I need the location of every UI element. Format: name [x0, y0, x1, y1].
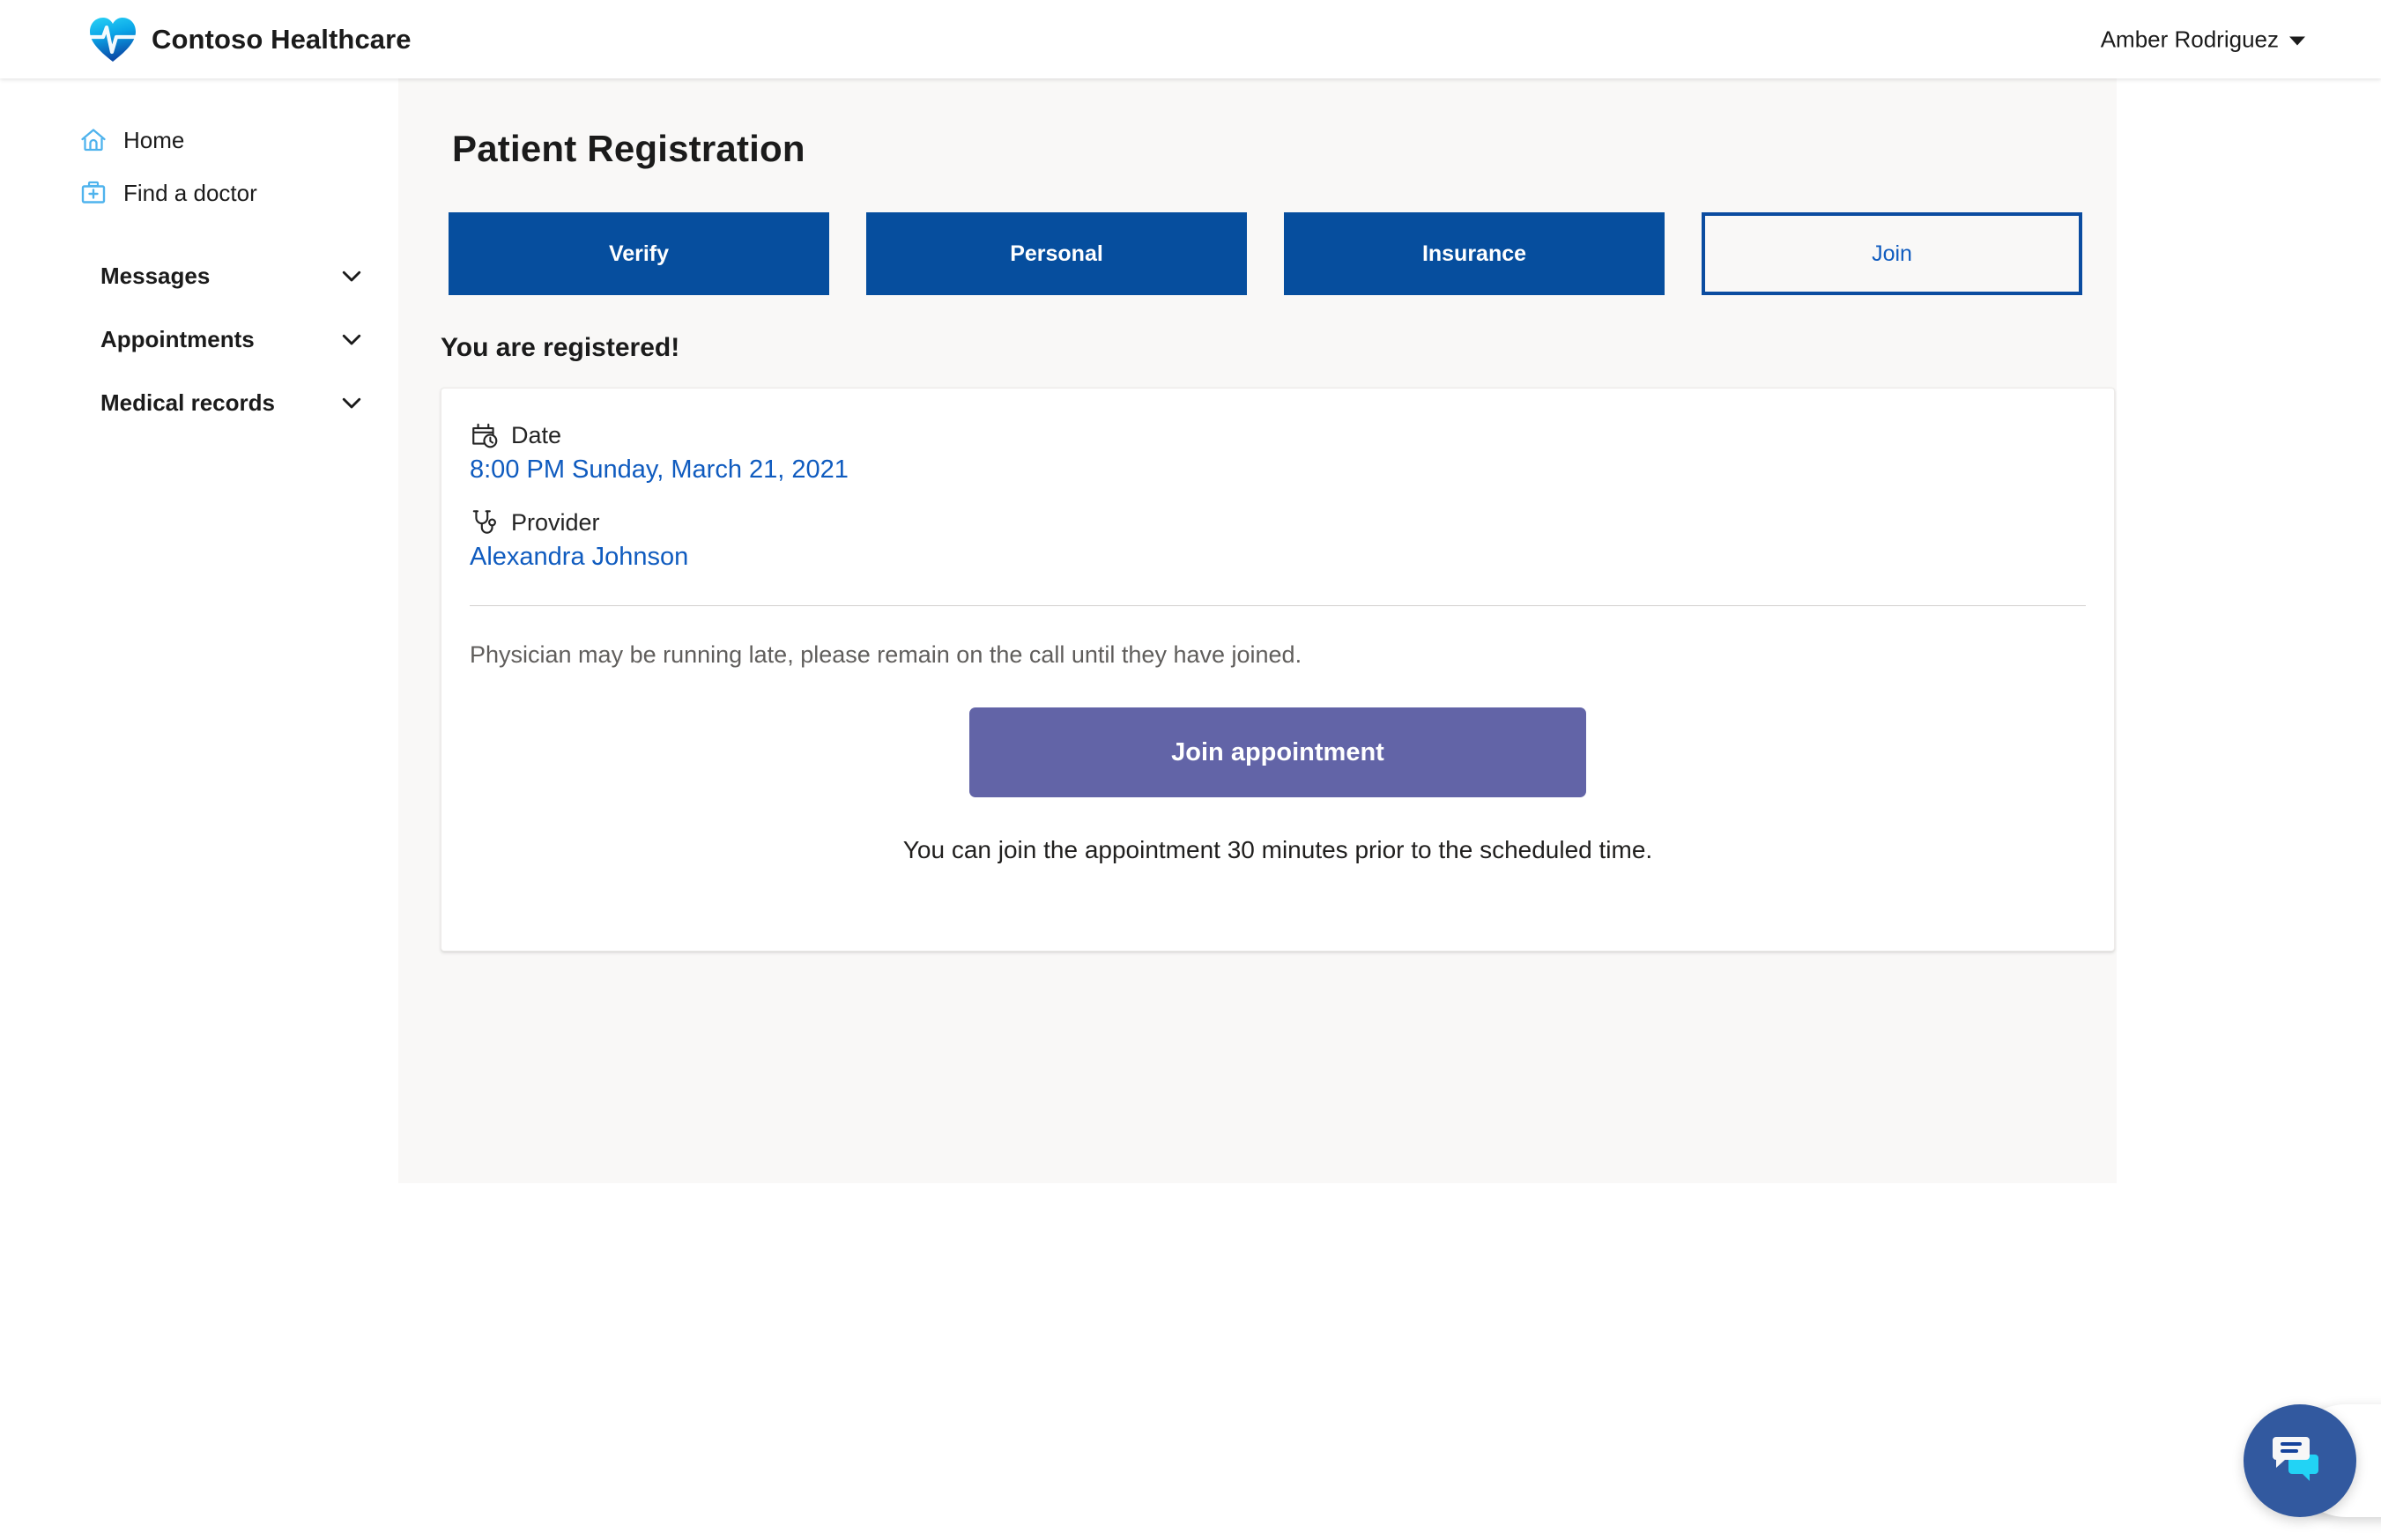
physician-late-note: Physician may be running late, please re… — [470, 641, 1302, 668]
stethoscope-icon — [472, 510, 496, 534]
page-title: Patient Registration — [452, 128, 805, 169]
join-button-container: Join appointment — [441, 707, 2114, 797]
join-helper-text: You can join the appointment 30 minutes … — [902, 836, 1653, 863]
app-header: Contoso Healthcare Amber Rodriguez — [0, 0, 2381, 78]
sidebar-item-home[interactable]: Home — [0, 114, 398, 167]
chat-launcher-button[interactable] — [2244, 1404, 2356, 1517]
tab-join[interactable]: Join — [1702, 212, 2082, 295]
sidebar-section-medical-records-label: Medical records — [100, 389, 275, 416]
calendar-clock-icon — [472, 423, 498, 448]
account-name: Amber Rodriguez — [2100, 26, 2279, 52]
date-field-row: Date — [470, 389, 2114, 450]
sidebar-section-messages-label: Messages — [100, 262, 211, 289]
medical-bag-icon — [81, 181, 106, 204]
sidebar-item-find-a-doctor[interactable]: Find a doctor — [0, 167, 398, 219]
tab-personal[interactable]: Personal — [866, 212, 1247, 295]
provider-value[interactable]: Alexandra Johnson — [470, 543, 2114, 572]
main-content: Patient Registration Verify Personal Ins… — [398, 78, 2117, 1183]
registration-step-tabs: Verify Personal Insurance Join — [430, 212, 2117, 295]
chat-widget[interactable]: Let's Chat! We're Online — [2244, 1404, 2381, 1517]
brand[interactable]: Contoso Healthcare — [88, 16, 412, 63]
provider-label: Provider — [511, 508, 600, 536]
date-label: Date — [511, 421, 562, 448]
chevron-down-icon — [342, 334, 361, 345]
heart-pulse-icon — [88, 17, 137, 62]
sidebar-section-appointments[interactable]: Appointments — [100, 307, 365, 371]
tab-insurance[interactable]: Insurance — [1284, 212, 1665, 295]
sidebar-section-messages[interactable]: Messages — [100, 244, 365, 307]
date-value[interactable]: 8:00 PM Sunday, March 21, 2021 — [470, 455, 2114, 485]
status-heading: You are registered! — [441, 333, 680, 362]
chevron-down-icon — [342, 270, 361, 282]
card-divider — [470, 605, 2086, 606]
sidebar-section-medical-records[interactable]: Medical records — [100, 371, 365, 434]
chat-bubbles-icon — [2273, 1437, 2318, 1481]
sidebar-section-appointments-label: Appointments — [100, 325, 255, 352]
sidebar: Home Find a doctor Messages Appointments… — [0, 78, 398, 1540]
sidebar-item-find-a-doctor-label: Find a doctor — [123, 179, 257, 206]
chevron-down-icon — [342, 397, 361, 409]
tab-verify[interactable]: Verify — [449, 212, 829, 295]
account-menu[interactable]: Amber Rodriguez — [2101, 26, 2305, 53]
provider-field-row: Provider — [470, 485, 2114, 537]
appointment-card: Date 8:00 PM Sunday, March 21, 2021 Prov… — [441, 388, 2115, 951]
home-icon — [81, 129, 106, 152]
sidebar-item-home-label: Home — [123, 126, 185, 153]
join-appointment-button[interactable]: Join appointment — [969, 707, 1586, 797]
caret-down-icon — [2289, 36, 2305, 46]
brand-name: Contoso Healthcare — [152, 23, 412, 55]
